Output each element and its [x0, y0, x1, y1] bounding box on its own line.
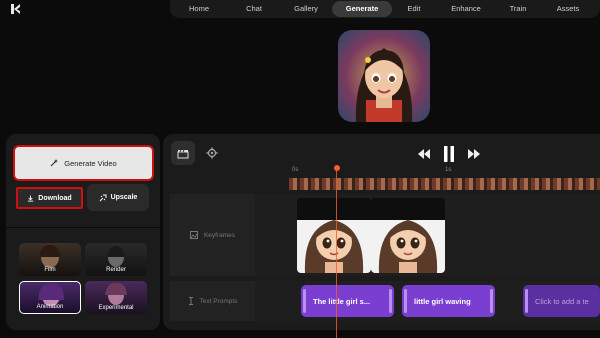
fast-forward-icon	[468, 149, 480, 159]
clip-handle-right[interactable]	[490, 289, 493, 313]
add-prompt-placeholder: Click to add a te	[535, 296, 589, 306]
generate-video-button[interactable]: Generate Video	[13, 145, 154, 181]
playhead-line[interactable]	[336, 170, 337, 338]
clip-handle-left[interactable]	[303, 289, 306, 313]
upscale-label: Upscale	[110, 194, 138, 201]
fast-forward-button[interactable]	[462, 142, 486, 166]
keyframe-girl-image	[297, 198, 371, 273]
pause-button[interactable]	[437, 142, 461, 166]
preview-image[interactable]	[338, 30, 430, 122]
style-label-render: Render	[106, 267, 126, 273]
download-icon	[28, 194, 34, 202]
keyframe-thumbnail[interactable]	[371, 198, 445, 273]
ruler-label-0s: 0s	[292, 167, 299, 173]
generate-video-label: Generate Video	[64, 158, 117, 168]
nav-edit[interactable]: Edit	[392, 1, 436, 17]
keyframe-girl-image	[371, 198, 445, 273]
style-card-animation[interactable]: Animation	[19, 281, 81, 314]
logo-icon	[11, 4, 20, 14]
nav-gallery[interactable]: Gallery	[280, 1, 332, 17]
ruler-label-1s: 1s	[445, 167, 452, 173]
app-logo[interactable]	[10, 2, 22, 14]
prompt-clip[interactable]: little girl waving	[402, 285, 495, 317]
panel-divider	[6, 227, 160, 228]
prompt-clip[interactable]: The little girl s...	[301, 285, 394, 317]
keyframes-track-header: Keyframes	[170, 194, 255, 276]
prompt-text: The little girl s...	[313, 296, 371, 306]
clapperboard-icon	[177, 149, 189, 158]
nav-assets[interactable]: Assets	[540, 1, 596, 17]
style-card-film[interactable]: Film	[19, 243, 81, 276]
nav-generate[interactable]: Generate	[332, 1, 392, 17]
clip-handle-left[interactable]	[525, 289, 528, 313]
style-card-render[interactable]: Render	[85, 243, 147, 276]
upscale-icon	[99, 194, 107, 201]
upscale-button[interactable]: Upscale	[87, 184, 149, 211]
playhead-handle[interactable]	[334, 165, 340, 171]
nav-train[interactable]: Train	[496, 1, 540, 17]
style-label-film: Film	[44, 267, 56, 273]
style-card-experimental[interactable]: Experimental	[85, 281, 147, 314]
keyframe-thumbnail[interactable]	[297, 198, 371, 273]
nav-home[interactable]: Home	[170, 1, 228, 17]
rewind-button[interactable]	[412, 142, 436, 166]
top-nav: Home Chat Gallery Generate Edit Enhance …	[170, 0, 600, 18]
clip-handle-right[interactable]	[389, 289, 392, 313]
keyframes-label: Keyframes	[203, 231, 236, 239]
girl-portrait-image	[338, 30, 430, 122]
nav-chat[interactable]: Chat	[228, 1, 280, 17]
magic-wand-icon	[50, 159, 59, 167]
rewind-icon	[418, 149, 430, 159]
clip-handle-left[interactable]	[404, 289, 407, 313]
add-prompt-clip[interactable]: Click to add a te	[523, 285, 600, 317]
gear-icon	[206, 147, 218, 159]
download-label: Download	[38, 194, 72, 202]
pause-icon	[444, 146, 454, 162]
download-button[interactable]: Download	[16, 187, 83, 209]
text-cursor-icon	[188, 297, 193, 305]
style-label-experimental: Experimental	[98, 305, 134, 311]
prompt-text: little girl waving	[414, 296, 471, 306]
text-prompts-track-header: Text Prompts	[170, 281, 255, 321]
settings-button[interactable]	[200, 141, 224, 165]
nav-enhance[interactable]: Enhance	[436, 1, 496, 17]
clapperboard-button[interactable]	[171, 141, 195, 165]
style-label-animation: Animation	[36, 304, 64, 310]
image-icon	[189, 231, 198, 239]
text-prompts-label: Text Prompts	[199, 297, 238, 305]
